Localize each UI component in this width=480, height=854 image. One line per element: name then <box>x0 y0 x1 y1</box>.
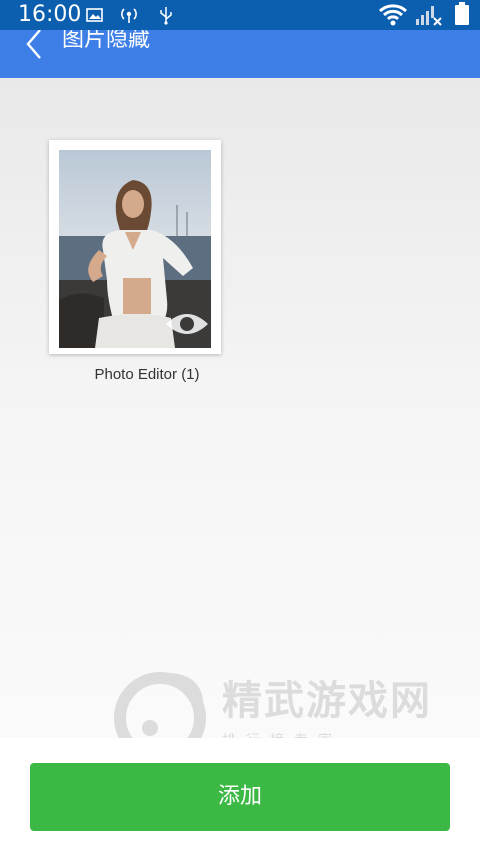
bottom-bar: 添加 <box>0 738 480 854</box>
status-time: 16:00 <box>18 2 82 27</box>
wifi-icon <box>378 4 408 26</box>
app-bar: 图片隐藏 <box>0 27 480 78</box>
back-button[interactable] <box>18 24 48 64</box>
eye-icon <box>166 314 208 334</box>
album-name: Photo Editor (1) <box>94 366 200 383</box>
battery-icon <box>455 2 469 25</box>
album-grid: Photo Editor (1) <box>0 78 480 738</box>
hotspot-icon <box>121 8 137 23</box>
usb-icon <box>160 7 172 25</box>
gallery-icon <box>86 8 103 22</box>
signal-no-sim-icon <box>416 6 442 26</box>
status-bar: 16:00 <box>0 0 480 30</box>
album-card[interactable] <box>49 140 221 354</box>
watermark-title: 精武游戏网 <box>222 678 432 724</box>
add-button[interactable]: 添加 <box>30 763 450 831</box>
